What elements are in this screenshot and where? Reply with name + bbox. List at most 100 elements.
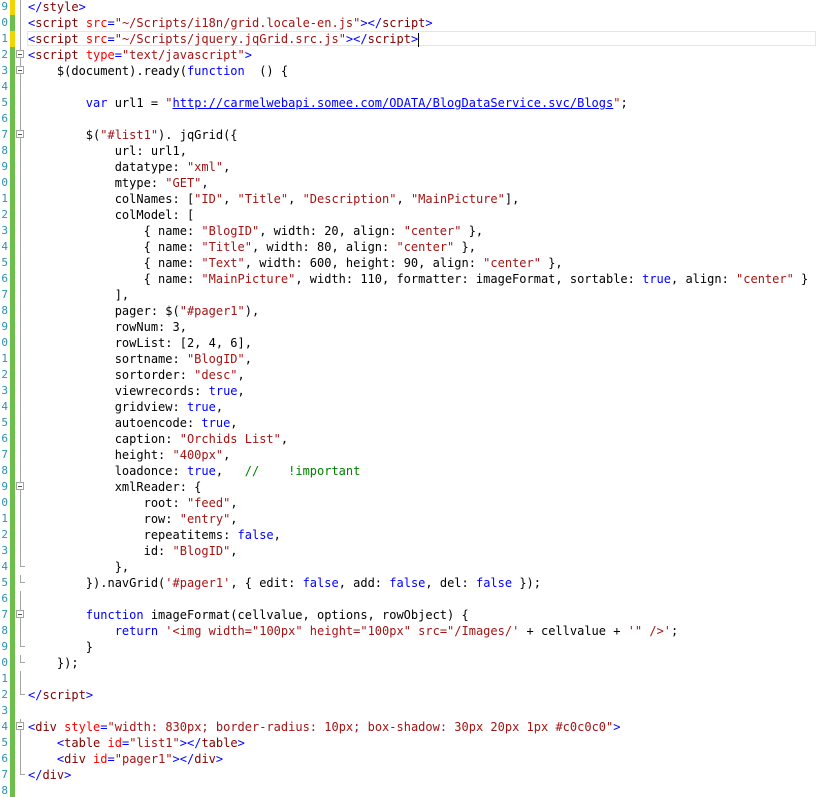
code-line[interactable]: 2 </script> — [0, 687, 817, 703]
code-token: ; — [620, 96, 628, 110]
code-token[interactable]: http://carmelwebapi.somee.com/ODATA/Blog… — [173, 96, 614, 110]
collapse-icon[interactable] — [16, 722, 24, 730]
code-line[interactable]: 0 <script src="~/Scripts/i18n/grid.locale… — [0, 15, 817, 31]
code-line[interactable]: 9 </style> — [0, 0, 817, 15]
code-token: "#pager1" — [179, 304, 245, 318]
code-line[interactable]: 2 <script type="text/javascript"> — [0, 47, 817, 63]
code-text: <script type="text/javascript"> — [28, 47, 252, 63]
code-line[interactable]: 8 — [0, 783, 817, 797]
code-token: $( — [28, 128, 101, 142]
code-line[interactable]: 3 { name: "BlogID", width: 20, align: "c… — [0, 223, 817, 239]
code-token: src — [78, 32, 108, 46]
code-token: "desc" — [194, 368, 238, 382]
code-text: }, — [28, 559, 129, 575]
code-token: "Text" — [201, 256, 245, 270]
code-token: , — [230, 416, 238, 430]
code-line[interactable]: 7 function imageFormat(cellvalue, option… — [0, 607, 817, 623]
code-line[interactable]: 6 — [0, 111, 817, 127]
saved-change-marker — [10, 783, 15, 797]
code-line[interactable]: 8 loadonce: true, // !important — [0, 463, 817, 479]
code-line[interactable]: 0 mtype: "GET", — [0, 175, 817, 191]
line-number: 7 — [1, 768, 8, 781]
collapse-icon[interactable] — [16, 50, 24, 58]
code-line[interactable]: 2 repeatitems: false, — [0, 527, 817, 543]
code-line[interactable]: 4 { name: "Title", width: 80, align: "ce… — [0, 239, 817, 255]
code-token: rowNum: 3, — [28, 320, 187, 334]
outline-rail — [20, 15, 21, 31]
code-token: , width: 20, align: — [259, 224, 404, 238]
code-line[interactable]: 1 sortname: "BlogID", — [0, 351, 817, 367]
code-line[interactable]: 9 xmlReader: { — [0, 479, 817, 495]
code-line[interactable]: 0 }); — [0, 655, 817, 671]
code-line[interactable]: 2 colModel: [ — [0, 207, 817, 223]
code-text: mtype: "GET", — [28, 175, 209, 191]
code-line[interactable]: 1 — [0, 671, 817, 687]
code-token: ; — [671, 624, 679, 638]
code-line[interactable]: 9 datatype: "xml", — [0, 159, 817, 175]
code-line[interactable]: 8 pager: $("#pager1"), — [0, 303, 817, 319]
code-line[interactable]: 7 $("#list1"). jqGrid({ — [0, 127, 817, 143]
code-token: }).navGrid( — [28, 576, 166, 590]
code-token: script — [382, 16, 426, 30]
outline-rail — [20, 591, 21, 607]
code-line[interactable]: 0 root: "feed", — [0, 495, 817, 511]
code-line[interactable]: 3 id: "BlogID", — [0, 543, 817, 559]
code-line[interactable]: 1 colNames: ["ID", "Title", "Description… — [0, 191, 817, 207]
code-line[interactable]: 5 { name: "Text", width: 600, height: 90… — [0, 255, 817, 271]
code-line[interactable]: 5 var url1 = "http://carmelwebapi.somee.… — [0, 95, 817, 111]
code-token: </ — [28, 768, 43, 782]
code-line[interactable]: 4 <div style="width: 830px; border-radius… — [0, 719, 817, 735]
code-line[interactable]: 6 <div id="pager1"></div> — [0, 751, 817, 767]
collapse-icon[interactable] — [16, 610, 24, 618]
code-line[interactable]: 5 <table id="list1"></table> — [0, 735, 817, 751]
outline-rail — [20, 111, 21, 127]
code-token: true — [186, 400, 216, 414]
saved-change-marker — [10, 271, 15, 287]
code-line[interactable]: 8 url: url1, — [0, 143, 817, 159]
line-number: 3 — [1, 224, 8, 237]
code-token: "ID" — [194, 192, 224, 206]
code-line[interactable]: 7 </div> — [0, 767, 817, 783]
collapse-icon[interactable] — [16, 482, 24, 490]
code-line[interactable]: 0 rowList: [2, 4, 6], — [0, 335, 817, 351]
saved-change-marker — [10, 223, 15, 239]
line-number: 0 — [1, 176, 8, 189]
collapse-icon[interactable] — [16, 66, 24, 74]
code-line[interactable]: 6 { name: "MainPicture", width: 110, for… — [0, 271, 817, 287]
code-token: = — [107, 16, 115, 30]
code-line[interactable]: 4 gridview: true, — [0, 399, 817, 415]
outline-rail — [20, 463, 21, 479]
code-line[interactable]: 5 }).navGrid('#pager1', { edit: false, a… — [0, 575, 817, 591]
code-text: viewrecords: true, — [28, 383, 245, 399]
outline-rail — [20, 495, 21, 511]
code-line[interactable]: 5 autoencode: true, — [0, 415, 817, 431]
code-line[interactable]: 3 $(document).ready(function () { — [0, 63, 817, 79]
code-line[interactable]: 3 — [0, 703, 817, 719]
code-text: repeatitems: false, — [28, 527, 281, 543]
code-line[interactable]: 1 <script src="~/Scripts/jquery.jqGrid.sr… — [0, 31, 817, 47]
saved-change-marker — [10, 351, 15, 367]
code-text: autoencode: true, — [28, 415, 238, 431]
code-line[interactable]: 7 ], — [0, 287, 817, 303]
outline-rail — [20, 447, 21, 463]
code-line[interactable]: 3 viewrecords: true, — [0, 383, 817, 399]
code-token: "BlogID" — [186, 352, 245, 366]
code-token: "center" — [736, 272, 794, 286]
code-token: > — [78, 0, 86, 14]
code-line[interactable]: 6 caption: "Orchids List", — [0, 431, 817, 447]
code-line[interactable]: 9 } — [0, 639, 817, 655]
code-token: height: — [28, 448, 173, 462]
code-line[interactable]: 7 height: "400px", — [0, 447, 817, 463]
code-line[interactable]: 9 rowNum: 3, — [0, 319, 817, 335]
collapse-icon[interactable] — [16, 130, 24, 138]
code-token: = — [107, 32, 115, 46]
code-line[interactable]: 4 }, — [0, 559, 817, 575]
code-line[interactable]: 2 sortorder: "desc", — [0, 367, 817, 383]
code-line[interactable]: 8 return '<img width="100px" height="100… — [0, 623, 817, 639]
saved-change-marker — [10, 639, 15, 655]
code-line[interactable]: 1 row: "entry", — [0, 511, 817, 527]
outline-rail — [20, 351, 21, 367]
code-editor[interactable]: 9 </style> 0 <script src="~/Scripts/i18n/gr… — [0, 0, 817, 797]
code-line[interactable]: 4 — [0, 79, 817, 95]
code-line[interactable]: 6 — [0, 591, 817, 607]
